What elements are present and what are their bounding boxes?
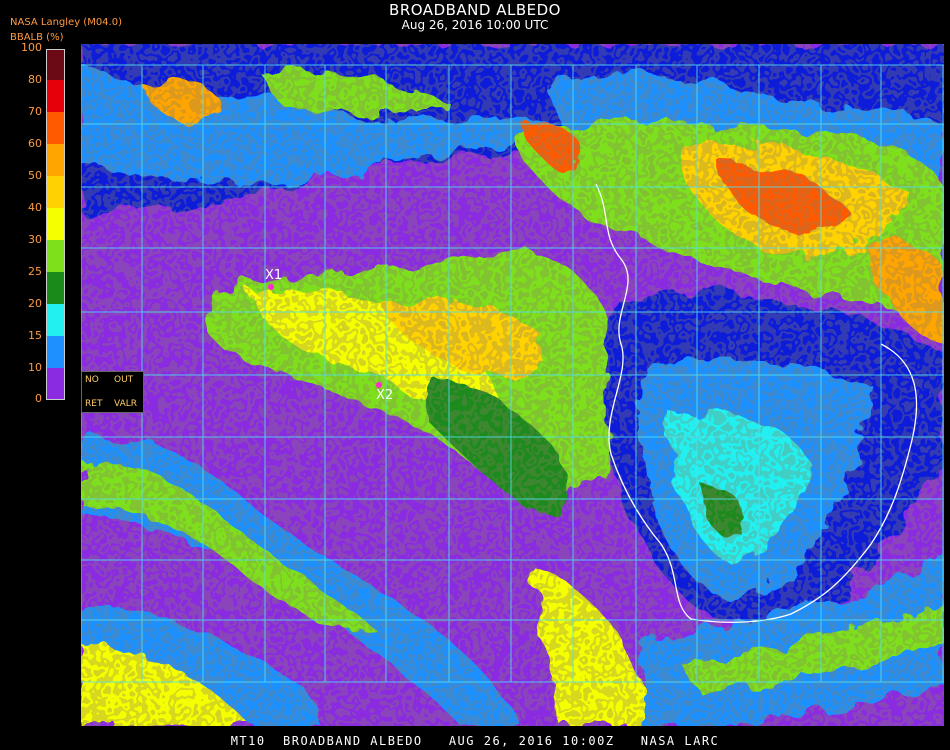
albedo-map xyxy=(81,44,944,726)
missing-data-legend: NO OUT RET VALR xyxy=(81,371,144,413)
marker-x1-label: X1 xyxy=(265,268,283,283)
colorbar-tick: 15 xyxy=(28,329,42,342)
colorbar-segment-10-15 xyxy=(47,336,64,368)
colorbar-tick: 70 xyxy=(28,105,42,118)
colorbar-segment-60-70 xyxy=(47,112,64,144)
colorbar-tick: 50 xyxy=(28,169,42,182)
colorbar-tick: 40 xyxy=(28,201,42,214)
colorbar-tick: 60 xyxy=(28,137,42,150)
marker-x2-label: X2 xyxy=(376,388,394,403)
legend-valr: VALR xyxy=(114,399,138,409)
colorbar-tick: 10 xyxy=(28,361,42,374)
legend-no: NO xyxy=(85,375,99,385)
albedo-colorbar xyxy=(46,49,65,400)
image-footer: MT10 BROADBAND ALBEDO AUG 26, 2016 10:00… xyxy=(230,734,720,748)
marker-x1-dot xyxy=(268,284,274,290)
albedo-map-graphic xyxy=(81,44,944,726)
colorbar-segment-40-50 xyxy=(47,176,64,208)
legend-ret: RET xyxy=(85,399,103,409)
colorbar-segment-20-25 xyxy=(47,272,64,304)
colorbar-tick: 20 xyxy=(28,297,42,310)
colorbar-segment-25-30 xyxy=(47,240,64,272)
marker-x2-dot xyxy=(376,382,382,388)
colorbar-tick: 80 xyxy=(28,73,42,86)
colorbar-segment-0-10 xyxy=(47,368,64,399)
product-label: NASA Langley (M04.0) xyxy=(10,17,122,28)
colorbar-tick: 25 xyxy=(28,265,42,278)
colorbar-segment-80-100 xyxy=(47,50,64,80)
colorbar-segment-30-40 xyxy=(47,208,64,240)
colorbar-tick: 0 xyxy=(35,392,42,405)
colorbar-tick: 30 xyxy=(28,233,42,246)
colorbar-segment-15-20 xyxy=(47,304,64,336)
legend-out: OUT xyxy=(114,375,134,385)
image-datetime: Aug 26, 2016 10:00 UTC xyxy=(401,18,549,32)
image-title: BROADBAND ALBEDO xyxy=(389,1,561,19)
colorbar-tick: 100 xyxy=(21,41,42,54)
colorbar-segment-70-80 xyxy=(47,80,64,112)
colorbar-segment-50-60 xyxy=(47,144,64,176)
